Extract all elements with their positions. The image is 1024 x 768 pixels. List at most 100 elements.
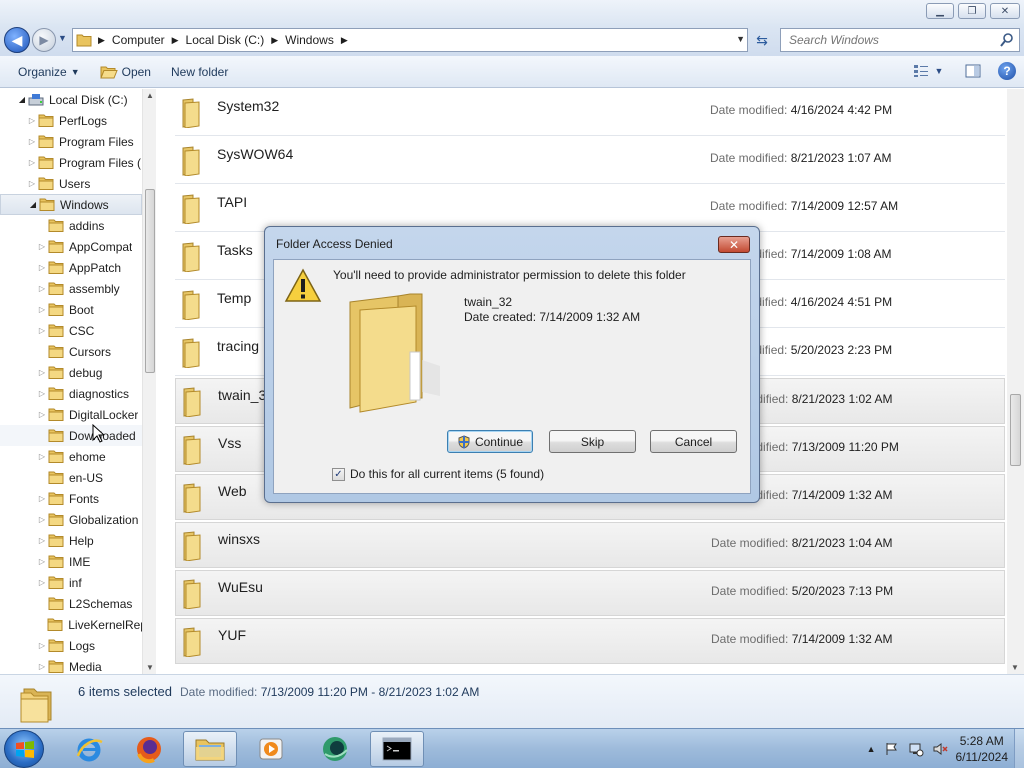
address-history-dropdown[interactable]: ▼	[736, 34, 745, 44]
tree-item-cursors[interactable]: Cursors	[0, 341, 142, 362]
expand-arrow-icon[interactable]: ▷	[26, 158, 38, 167]
scroll-down-icon[interactable]: ▼	[1011, 663, 1019, 672]
file-row[interactable]: WuEsu Date modified: 5/20/2023 7:13 PM	[175, 570, 1005, 616]
search-box[interactable]	[780, 28, 1020, 52]
taskbar-internet-explorer[interactable]	[62, 731, 116, 767]
expand-arrow-icon[interactable]: ▷	[36, 284, 48, 293]
restore-button[interactable]: ❐	[958, 3, 986, 19]
close-window-button[interactable]: ✕	[990, 3, 1020, 19]
address-bar[interactable]: ▶ Computer ▶ Local Disk (C:) ▶ Windows ▶…	[72, 28, 748, 52]
expand-arrow-icon[interactable]: ▷	[36, 305, 48, 314]
file-row[interactable]: winsxs Date modified: 8/21/2023 1:04 AM	[175, 522, 1005, 568]
refresh-button[interactable]: ⇆	[752, 30, 772, 50]
chevron-right-icon[interactable]: ▶	[268, 35, 281, 46]
forward-button[interactable]: ▶	[32, 28, 56, 52]
chevron-right-icon[interactable]: ▶	[169, 35, 182, 46]
expand-arrow-icon[interactable]: ▷	[36, 494, 48, 503]
expand-arrow-icon[interactable]: ▷	[36, 368, 48, 377]
dialog-close-button[interactable]: ✕	[718, 236, 750, 253]
tree-item-apppatch[interactable]: ▷ AppPatch	[0, 257, 142, 278]
file-row[interactable]: YUF Date modified: 7/14/2009 1:32 AM	[175, 618, 1005, 664]
expand-arrow-icon[interactable]: ▷	[36, 242, 48, 251]
expand-arrow-icon[interactable]: ▷	[26, 116, 38, 125]
expand-arrow-icon[interactable]: ▷	[36, 557, 48, 566]
expanded-arrow-icon[interactable]: ◢	[27, 200, 39, 209]
tree-item-addins[interactable]: addins	[0, 215, 142, 236]
file-list-scrollbar[interactable]: ▼	[1007, 89, 1024, 674]
expand-arrow-icon[interactable]: ▷	[36, 410, 48, 419]
scroll-down-icon[interactable]: ▼	[146, 663, 154, 672]
taskbar-firefox[interactable]	[122, 731, 176, 767]
open-button[interactable]: Open	[90, 60, 161, 84]
tree-item-inf[interactable]: ▷ inf	[0, 572, 142, 593]
cancel-button[interactable]: Cancel	[650, 430, 737, 453]
tree-item-en-us[interactable]: en-US	[0, 467, 142, 488]
expand-arrow-icon[interactable]: ▷	[36, 326, 48, 335]
tree-item-ehome[interactable]: ▷ ehome	[0, 446, 142, 467]
taskbar-green-app[interactable]	[308, 731, 362, 767]
expand-arrow-icon[interactable]: ▷	[36, 641, 48, 650]
start-button[interactable]	[4, 730, 44, 768]
chevron-right-icon[interactable]: ▶	[95, 35, 108, 46]
expanded-arrow-icon[interactable]: ◢	[16, 95, 28, 104]
recent-pages-dropdown[interactable]: ▼	[58, 33, 67, 43]
scroll-up-icon[interactable]: ▲	[146, 91, 154, 100]
chevron-down-icon[interactable]: ▼	[935, 66, 944, 76]
tree-item-debug[interactable]: ▷ debug	[0, 362, 142, 383]
tree-item-l2schemas[interactable]: L2Schemas	[0, 593, 142, 614]
tree-item-windows[interactable]: ◢ Windows	[0, 194, 142, 215]
skip-button[interactable]: Skip	[549, 430, 636, 453]
tree-item-assembly[interactable]: ▷ assembly	[0, 278, 142, 299]
tree-item-livekernelrep[interactable]: LiveKernelRep	[0, 614, 142, 635]
tree-item-media[interactable]: ▷ Media	[0, 656, 142, 674]
back-button[interactable]: ◀	[4, 27, 30, 53]
expand-arrow-icon[interactable]: ▷	[36, 452, 48, 461]
action-center-flag-icon[interactable]	[884, 741, 900, 757]
preview-pane-button[interactable]	[962, 60, 984, 82]
expand-arrow-icon[interactable]: ▷	[26, 179, 38, 188]
expand-arrow-icon[interactable]: ▷	[36, 263, 48, 272]
tree-item-fonts[interactable]: ▷ Fonts	[0, 488, 142, 509]
tree-item-appcompat[interactable]: ▷ AppCompat	[0, 236, 142, 257]
show-hidden-icons-icon[interactable]: ▲	[867, 744, 876, 754]
navigation-scrollbar[interactable]: ▲ ▼	[142, 89, 156, 674]
tree-item-ime[interactable]: ▷ IME	[0, 551, 142, 572]
tree-item-globalization[interactable]: ▷ Globalization	[0, 509, 142, 530]
tree-item-perflogs[interactable]: ▷ PerfLogs	[0, 110, 142, 131]
expand-arrow-icon[interactable]: ▷	[36, 389, 48, 398]
expand-arrow-icon[interactable]: ▷	[36, 578, 48, 587]
scrollbar-thumb[interactable]	[145, 189, 155, 373]
tree-item-digitallocker[interactable]: ▷ DigitalLocker	[0, 404, 142, 425]
expand-arrow-icon[interactable]: ▷	[36, 536, 48, 545]
expand-arrow-icon[interactable]: ▷	[26, 137, 38, 146]
tree-item-program-files[interactable]: ▷ Program Files	[0, 131, 142, 152]
breadcrumb-local-disk[interactable]: Local Disk (C:)	[182, 29, 269, 51]
change-view-button[interactable]: ▼	[908, 60, 948, 82]
expand-arrow-icon[interactable]: ▷	[36, 662, 48, 671]
help-icon[interactable]: ?	[998, 62, 1016, 80]
taskbar-command-prompt[interactable]	[370, 731, 424, 767]
search-icon[interactable]	[999, 32, 1015, 48]
tree-item-logs[interactable]: ▷ Logs	[0, 635, 142, 656]
show-desktop-button[interactable]	[1014, 729, 1024, 768]
tree-item-boot[interactable]: ▷ Boot	[0, 299, 142, 320]
minimize-button[interactable]: ▁	[926, 3, 954, 19]
tree-item-diagnostics[interactable]: ▷ diagnostics	[0, 383, 142, 404]
tree-item-help[interactable]: ▷ Help	[0, 530, 142, 551]
clock[interactable]: 5:28 AM 6/11/2024	[956, 733, 1009, 765]
taskbar-windows-explorer[interactable]	[183, 731, 237, 767]
tree-item-csc[interactable]: ▷ CSC	[0, 320, 142, 341]
chevron-right-icon[interactable]: ▶	[338, 35, 351, 46]
taskbar-media-player[interactable]	[244, 731, 298, 767]
breadcrumb-computer[interactable]: Computer	[108, 29, 169, 51]
continue-button[interactable]: Continue	[447, 430, 533, 453]
tree-item-local-disk[interactable]: ◢ Local Disk (C:)	[0, 89, 142, 110]
tree-item-program-files[interactable]: ▷ Program Files (	[0, 152, 142, 173]
expand-arrow-icon[interactable]: ▷	[36, 515, 48, 524]
tree-item-downloaded[interactable]: Downloaded	[0, 425, 142, 446]
network-icon[interactable]	[908, 741, 924, 757]
breadcrumb-windows[interactable]: Windows	[281, 29, 338, 51]
apply-to-all-checkbox-row[interactable]: ✓ Do this for all current items (5 found…	[332, 467, 544, 481]
scrollbar-thumb[interactable]	[1010, 394, 1021, 466]
file-row[interactable]: SysWOW64 Date modified: 8/21/2023 1:07 AM	[175, 138, 1005, 184]
